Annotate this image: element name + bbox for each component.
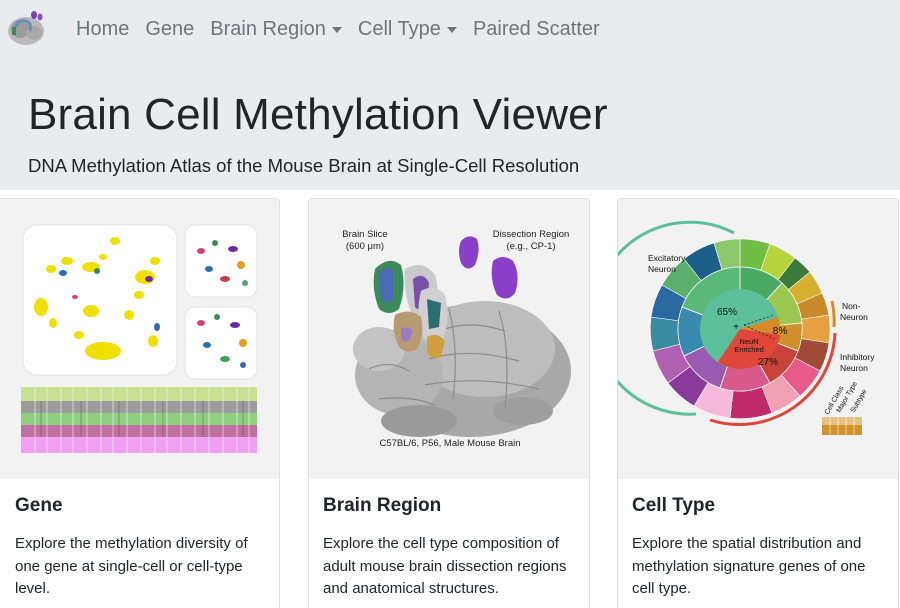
cell-type-sunburst-figure: + NeuN Enriched 65% 8% 27% Excitatory Ne… xyxy=(618,199,898,479)
card-brain-region[interactable]: Brain Slice (600 μm) Dissection Region (… xyxy=(308,198,590,608)
pct-non-neuron: 8% xyxy=(773,326,788,337)
navbar: Home Gene Brain Region Cell Type Paired … xyxy=(0,0,900,58)
card-brain-region-title: Brain Region xyxy=(323,495,442,516)
label-excitatory-2: Neuron xyxy=(648,264,676,274)
center-plus: + xyxy=(733,322,739,333)
nav-brain-region-label: Brain Region xyxy=(210,17,326,40)
brain-figure-caption: C57BL/6, P56, Male Mouse Brain xyxy=(380,438,521,449)
caret-down-icon xyxy=(331,27,342,33)
nav-paired-scatter[interactable]: Paired Scatter xyxy=(473,18,600,41)
label-non-neuron-2: Neuron xyxy=(840,312,868,322)
brain-slice-label-1: Brain Slice xyxy=(342,229,387,240)
gene-figure xyxy=(0,199,279,479)
card-cell-type-text: Explore the spatial distribution and met… xyxy=(632,535,866,597)
hero-banner: Brain Cell Methylation Viewer DNA Methyl… xyxy=(0,58,900,190)
center-label-2: Enriched xyxy=(734,345,764,354)
brain-slice-label-2: (600 μm) xyxy=(346,241,384,252)
pct-excitatory: 65% xyxy=(717,307,737,318)
card-brain-region-text: Explore the cell type composition of adu… xyxy=(323,535,567,597)
dissection-label-1: Dissection Region xyxy=(493,229,570,240)
nav-links: Home Gene Brain Region Cell Type Paired … xyxy=(76,18,616,41)
nav-cell-type-dropdown[interactable]: Cell Type xyxy=(358,18,457,41)
caret-down-icon xyxy=(446,27,457,33)
brain-region-figure: Brain Slice (600 μm) Dissection Region (… xyxy=(309,199,589,479)
nav-paired-scatter-label: Paired Scatter xyxy=(472,17,600,40)
gene-card-image xyxy=(0,199,279,479)
nav-brain-region-dropdown[interactable]: Brain Region xyxy=(210,18,342,41)
label-non-neuron-1: Non- xyxy=(842,301,861,311)
label-inhibitory-2: Neuron xyxy=(840,363,868,373)
heatmap-strip xyxy=(21,387,257,453)
pct-inhibitory: 27% xyxy=(758,357,778,368)
card-gene-title: Gene xyxy=(15,495,63,516)
nav-home[interactable]: Home xyxy=(76,18,129,41)
brand-logo[interactable] xyxy=(4,5,48,49)
dissection-label-2: (e.g., CP-1) xyxy=(506,241,555,252)
page-subtitle: DNA Methylation Atlas of the Mouse Brain… xyxy=(28,155,580,176)
cell-type-card-image: + NeuN Enriched 65% 8% 27% Excitatory Ne… xyxy=(618,199,898,479)
nav-home-label: Home xyxy=(76,17,130,40)
brain-region-card-image: Brain Slice (600 μm) Dissection Region (… xyxy=(309,199,589,479)
card-cell-type[interactable]: + NeuN Enriched 65% 8% 27% Excitatory Ne… xyxy=(617,198,899,608)
card-cell-type-title: Cell Type xyxy=(632,495,716,516)
label-inhibitory-1: Inhibitory xyxy=(840,352,875,362)
label-excitatory-1: Excitatory xyxy=(648,253,686,263)
nav-cell-type-label: Cell Type xyxy=(357,17,441,40)
nav-gene-label: Gene xyxy=(145,17,195,40)
card-gene-text: Explore the methylation diversity of one… xyxy=(15,535,248,597)
page-title: Brain Cell Methylation Viewer xyxy=(28,90,608,139)
nav-gene[interactable]: Gene xyxy=(145,18,194,41)
card-gene[interactable]: Gene Explore the methylation diversity o… xyxy=(0,198,280,608)
